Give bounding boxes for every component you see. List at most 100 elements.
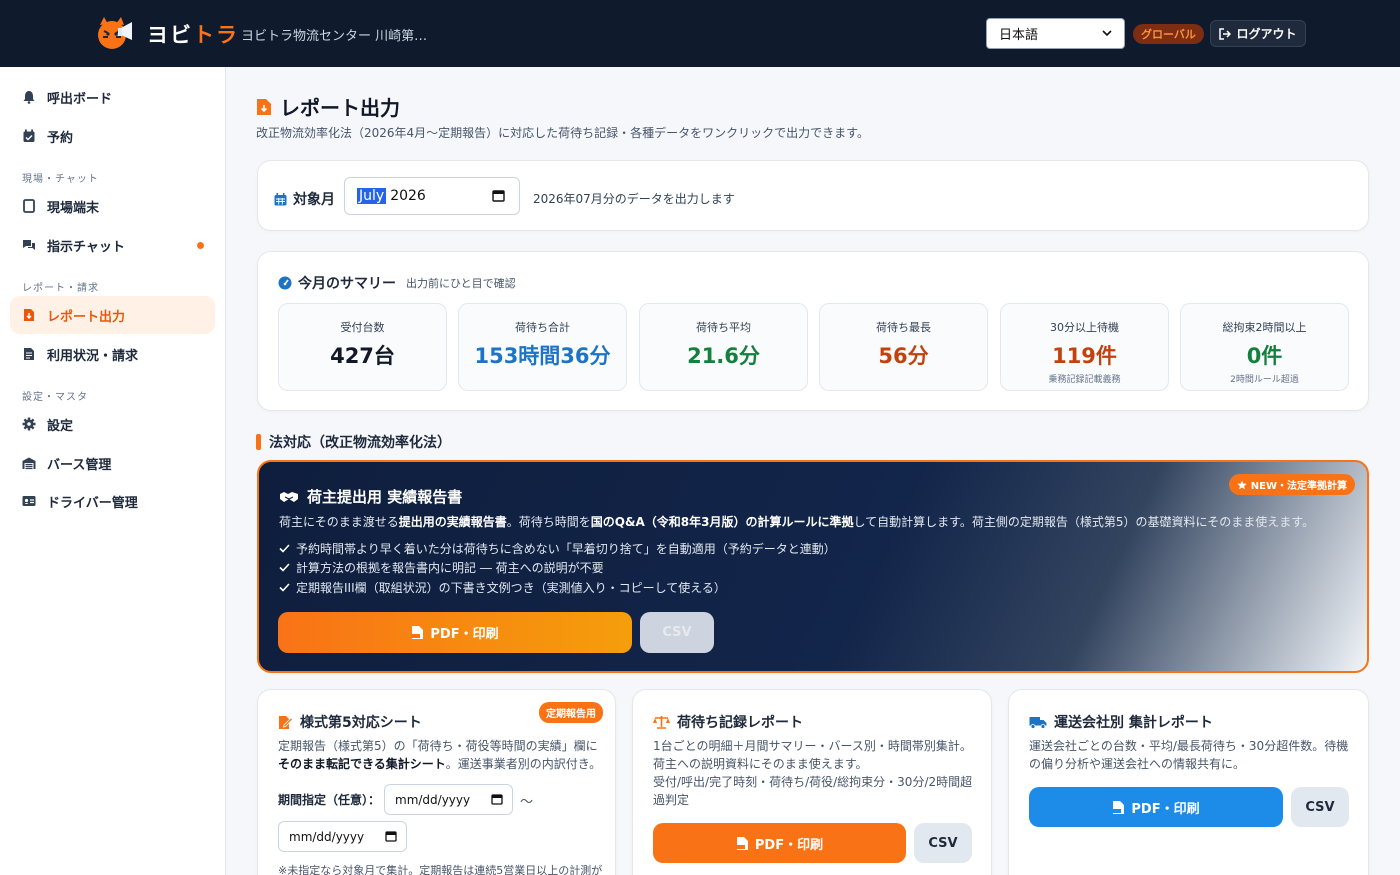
waiting-pdf-button[interactable]: PDF・印刷 [653, 823, 906, 863]
star-icon [1237, 480, 1247, 489]
carrier-desc-line: 運送会社ごとの台数・平均/最長荷待ち・30分超件数。待機 [1029, 739, 1349, 753]
sidebar-item-label: 指示チャット [47, 239, 125, 255]
sidebar-item-call-board[interactable]: 呼出ボード [10, 78, 215, 116]
warehouse-icon [22, 457, 36, 470]
monthly-summary-card: 今月のサマリー 出力前にひと目で確認 受付台数 427台 荷待ち合計 153時間… [257, 251, 1369, 411]
carrier-pdf-label: PDF・印刷 [1131, 801, 1200, 817]
period-end-date-input[interactable]: mm/dd/yyyy [278, 821, 407, 852]
sidebar-item-instruction-chat[interactable]: 指示チャット [10, 226, 215, 264]
sidebar-item-label: 予約 [47, 130, 74, 146]
stat-note: 2時間ルール超過 [1230, 375, 1299, 385]
sidebar-item-report-export[interactable]: レポート出力 [10, 296, 215, 334]
section-accent-bar [256, 434, 261, 450]
stat-value: 21.6分 [687, 344, 760, 368]
target-month-note: 2026年07月分のデータを出力します [533, 192, 735, 206]
sidebar-item-label: 設定 [47, 418, 74, 434]
new-badge: NEW・法定準拠計算 [1228, 474, 1355, 495]
carrier-csv-button[interactable]: CSV [1291, 787, 1349, 827]
language-select[interactable]: 日本語 [986, 18, 1125, 49]
page-subtitle: 改正物流効率化法（2026年4月〜定期報告）に対応した荷待ち記録・各種データをワ… [256, 126, 869, 140]
stat-note: 乗務記録記載義務 [1048, 375, 1121, 385]
form5-desc-bold: そのまま転記できる集計シート [278, 757, 446, 771]
new-badge-text: NEW・法定準拠計算 [1250, 481, 1347, 492]
brand-name[interactable]: ヨビトラ [147, 19, 239, 49]
global-badge[interactable]: グローバル [1133, 24, 1204, 44]
carrier-title: 運送会社別 集計レポート [1029, 712, 1213, 732]
stat-value: 119件 [1052, 344, 1117, 368]
sidebar-item-label: 利用状況・請求 [47, 348, 139, 364]
tablet-icon [23, 199, 35, 213]
sidebar-item-settings[interactable]: 設定 [10, 405, 215, 443]
period-label: 期間指定（任意）： [278, 793, 381, 807]
sidebar-item-label: 現場端末 [47, 200, 100, 216]
target-month-input[interactable]: July 2026 [344, 177, 520, 215]
date-placeholder: mm/dd/yyyy [395, 792, 471, 807]
waiting-title-text: 荷待ち記録レポート [677, 715, 803, 731]
waiting-desc-line: 1台ごとの明細＋月間サマリー・バース別・時間帯別集計。 [653, 739, 972, 753]
period-start-date-input[interactable]: mm/dd/yyyy [384, 784, 513, 815]
form5-description: 定期報告（様式第5）の「荷待ち・荷役等時間の実績」欄に そのまま転記できる集計シー… [278, 737, 601, 773]
waiting-csv-button[interactable]: CSV [914, 823, 972, 863]
page-title: レポート出力 [256, 92, 400, 121]
legal-section-title: 法対応（改正物流効率化法） [269, 435, 451, 451]
form5-desc-part: 定期報告（様式第5）の「荷待ち・荷役等時間の実績」欄に [278, 739, 598, 753]
form5-desc-part: 。運送事業者別の内訳付き。 [445, 757, 602, 771]
date-range-separator: 〜 [520, 795, 534, 810]
sidebar-item-driver-management[interactable]: ドライバー管理 [10, 482, 215, 520]
stat-label: 荷待ち平均 [696, 321, 751, 334]
hero-description: 荷主にそのまま渡せる提出用の実績報告書。荷待ち時間を国のQ&A（令和8年3月版）… [279, 513, 1314, 530]
stat-card-waiting-average: 荷待ち平均 21.6分 [639, 303, 808, 391]
hero-pdf-button[interactable]: PDF・印刷 [278, 612, 632, 653]
stat-label: 荷待ち最長 [876, 321, 931, 334]
sidebar-section-report-billing: レポート・請求 [22, 283, 99, 294]
waiting-desc-line: 荷主への説明資料にそのまま使えます。 [653, 757, 868, 771]
gear-icon [22, 417, 36, 431]
hero-desc-bold: 提出用の実績報告書 [398, 515, 507, 529]
hero-check-item: 計算方法の根拠を報告書内に明記 ― 荷主への説明が不要 [279, 559, 604, 576]
sidebar-item-label: 呼出ボード [47, 91, 113, 107]
calendar-check-icon [23, 129, 35, 142]
logout-button[interactable]: ログアウト [1210, 20, 1306, 47]
pdf-file-icon [411, 626, 424, 639]
summary-title-text: 今月のサマリー [298, 276, 396, 292]
sidebar-item-field-terminal[interactable]: 現場端末 [10, 187, 215, 225]
date-placeholder: mm/dd/yyyy [289, 829, 365, 844]
id-card-icon [22, 496, 36, 506]
hero-desc-part: 。荷待ち時間を [506, 515, 591, 529]
handshake-icon [280, 491, 298, 502]
invoice-icon [24, 348, 34, 360]
sidebar-item-reservation[interactable]: 予約 [10, 117, 215, 155]
calendar-picker-icon[interactable] [491, 793, 503, 805]
carrier-csv-label: CSV [1305, 799, 1335, 815]
waiting-desc-line: 過判定 [653, 793, 690, 807]
hero-check-item: 予約時間帯より早く着いた分は荷待ちに含めない「早着切り捨て」を自動適用（予約デー… [279, 540, 836, 557]
form5-title: 様式第5対応シート [278, 712, 422, 732]
stat-card-over-30min: 30分以上待機 119件 乗務記録記載義務 [1000, 303, 1169, 391]
sidebar-item-usage-billing[interactable]: 利用状況・請求 [10, 335, 215, 373]
chat-icon [23, 240, 35, 250]
hero-desc-part: して自動計算します。荷主側の定期報告（様式第5）の基礎資料にそのまま使えます。 [853, 515, 1315, 529]
tiger-logo-icon [94, 13, 136, 53]
carrier-description: 運送会社ごとの台数・平均/最長荷待ち・30分超件数。待機 の偏り分析や運送会社への… [1029, 737, 1348, 773]
carrier-pdf-button[interactable]: PDF・印刷 [1029, 787, 1283, 827]
carrier-title-text: 運送会社別 集計レポート [1054, 715, 1213, 731]
hero-check-text: 計算方法の根拠を報告書内に明記 ― 荷主への説明が不要 [296, 561, 604, 575]
bell-icon [23, 91, 35, 104]
hero-csv-label: CSV [662, 625, 692, 640]
stat-card-over-2h: 総拘束2時間以上 0件 2時間ルール超過 [1180, 303, 1349, 391]
hero-title-text: 荷主提出用 実績報告書 [307, 488, 463, 506]
center-name: ヨビトラ物流センター 川崎第… [241, 29, 428, 44]
calendar-picker-icon[interactable] [385, 830, 397, 842]
stat-value: 427台 [330, 344, 395, 368]
top-bar: ヨビトラ ヨビトラ物流センター 川崎第… 日本語 グローバル ログアウト [0, 0, 1400, 67]
hero-csv-button[interactable]: CSV [640, 612, 714, 653]
periodic-report-tag: 定期報告用 [539, 702, 603, 723]
gauge-icon [278, 276, 292, 290]
month-selected-part: July [357, 188, 387, 204]
language-value: 日本語 [999, 28, 1039, 43]
file-edit-icon [279, 715, 293, 729]
sidebar-item-berth-management[interactable]: バース管理 [10, 444, 215, 482]
waiting-title: 荷待ち記録レポート [653, 712, 803, 732]
calendar-picker-icon[interactable] [492, 189, 505, 202]
hero-pdf-label: PDF・印刷 [430, 627, 499, 642]
